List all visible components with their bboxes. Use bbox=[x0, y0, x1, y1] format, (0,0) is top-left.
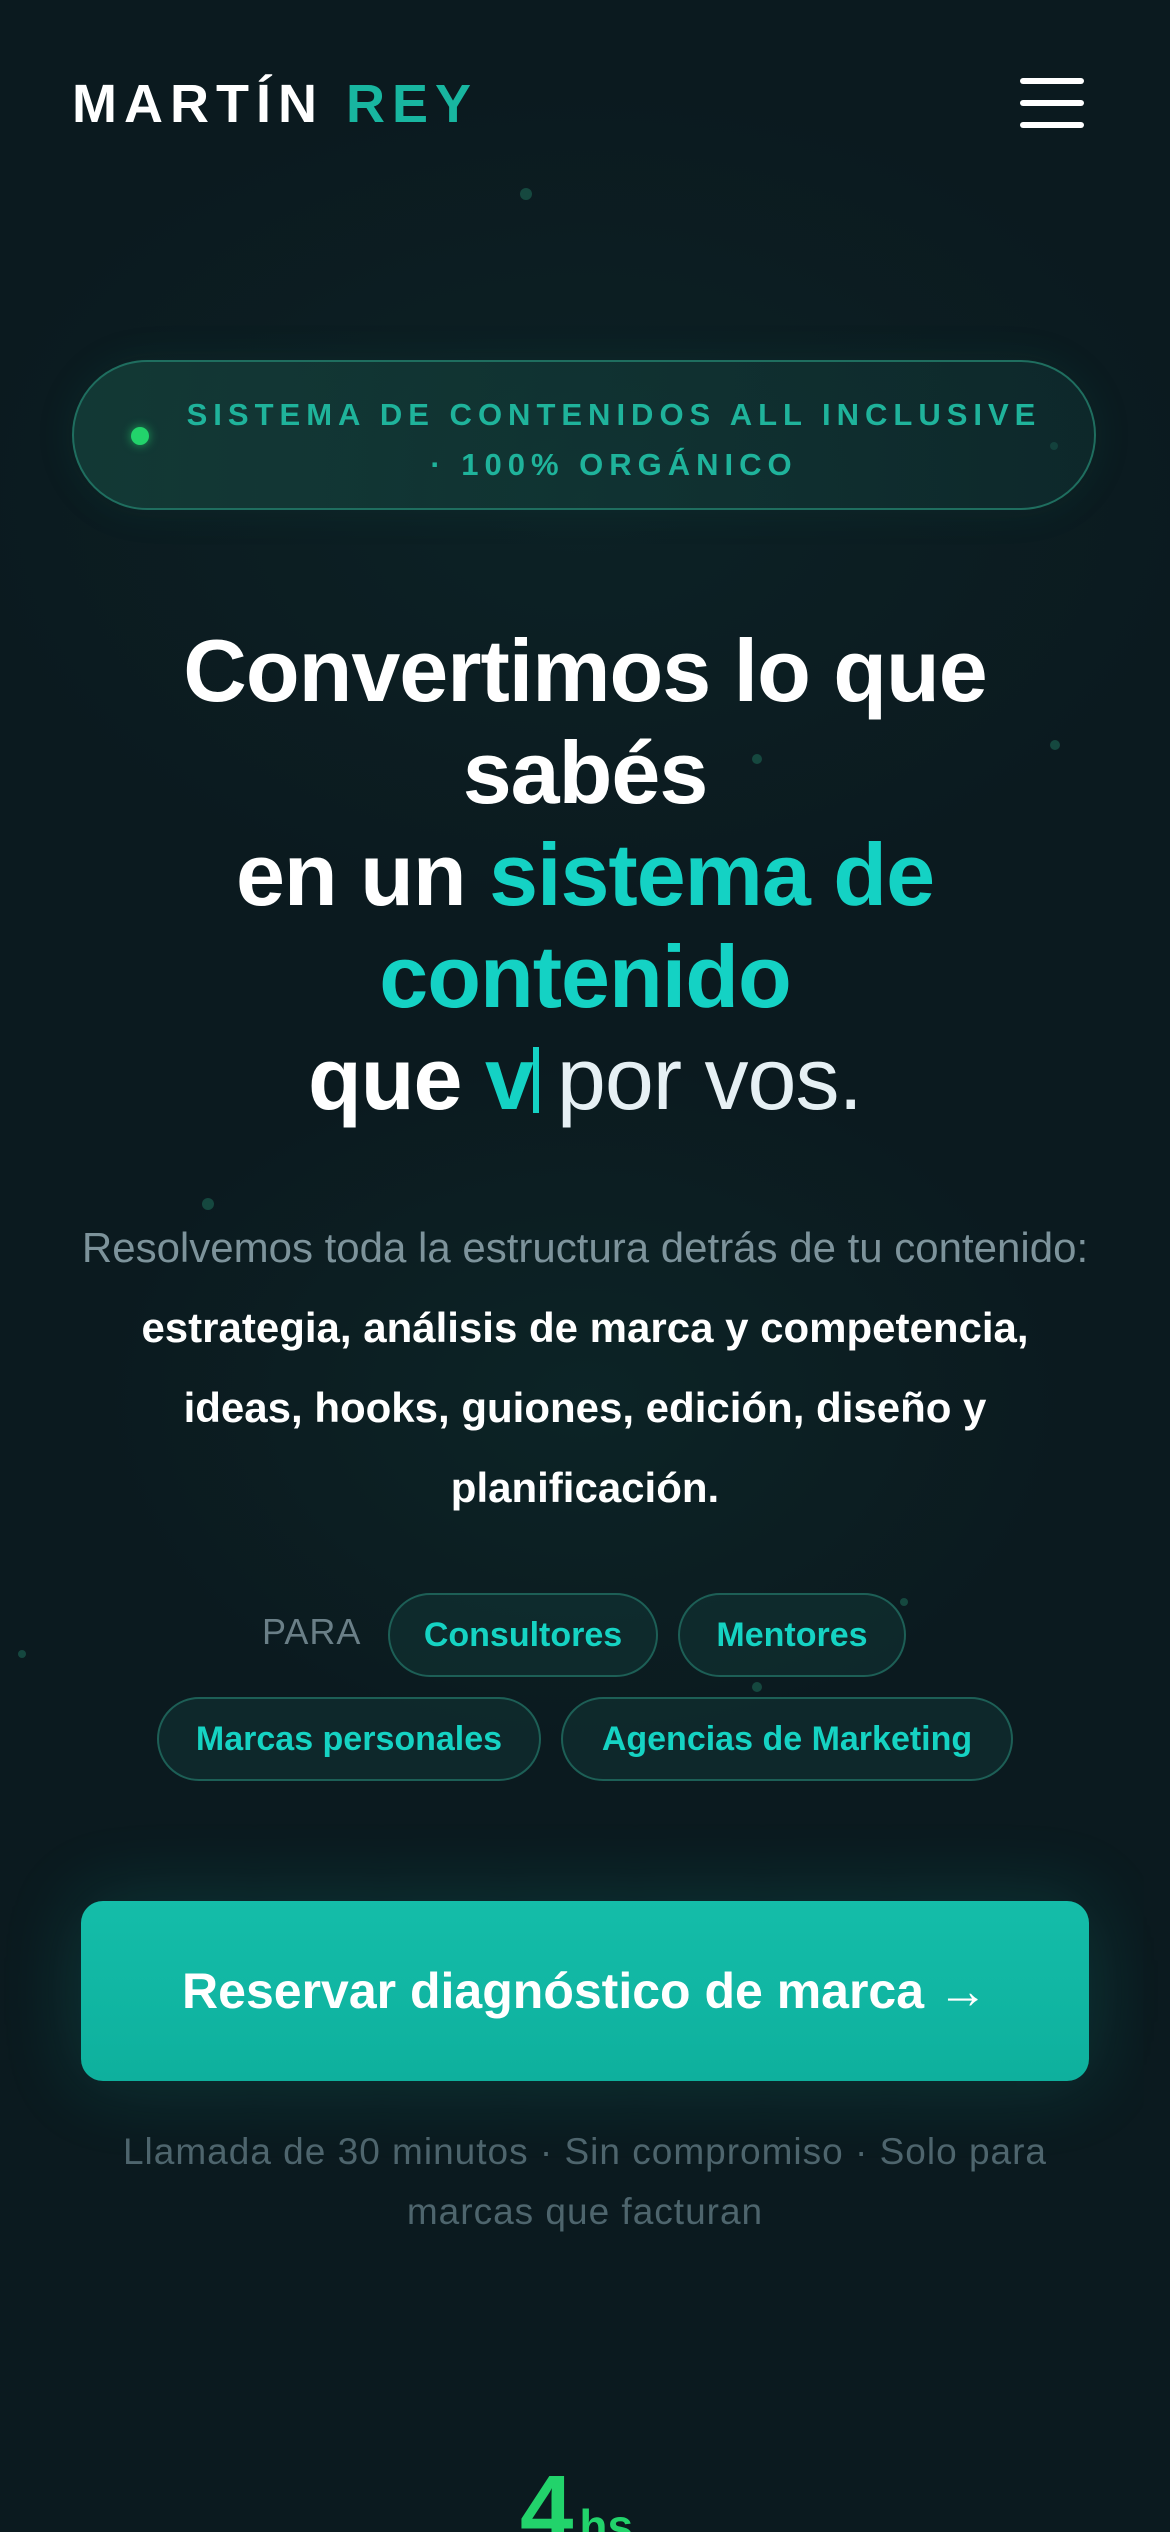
tag-marcas-personales[interactable]: Marcas personales bbox=[157, 1697, 541, 1781]
decorative-dot bbox=[520, 188, 532, 200]
decorative-dot bbox=[18, 1650, 26, 1658]
reserve-diagnosis-button[interactable]: Reservar diagnóstico de marca → bbox=[81, 1901, 1089, 2081]
tag-agencias-de-marketing[interactable]: Agencias de Marketing bbox=[561, 1697, 1013, 1781]
cta-note: Llamada de 30 minutos · Sin compromiso ·… bbox=[122, 2131, 1048, 2232]
description-intro: Resolvemos toda la estructura detrás de … bbox=[81, 1224, 1089, 1271]
headline-typed-word: v bbox=[484, 1029, 534, 1128]
stat-unit: hs bbox=[579, 2500, 634, 2532]
brand-last-name: REY bbox=[345, 74, 479, 134]
brand-logo[interactable]: MARTÍN REY bbox=[72, 72, 478, 136]
headline-line1: Convertimos lo que sabés bbox=[183, 621, 987, 822]
stat-value: 4 bbox=[520, 2456, 574, 2532]
audience-label: PARA bbox=[262, 1611, 362, 1652]
hero-badge: SISTEMA DE CONTENIDOS ALL INCLUSIVE · 10… bbox=[72, 360, 1096, 510]
brand-first-name: MARTÍN bbox=[72, 74, 324, 134]
typing-cursor bbox=[532, 1047, 539, 1113]
badge-text: SISTEMA DE CONTENIDOS ALL INCLUSIVE · 10… bbox=[186, 397, 1042, 482]
status-dot-icon bbox=[131, 427, 149, 445]
tag-consultores[interactable]: Consultores bbox=[388, 1593, 658, 1677]
decorative-dot bbox=[752, 1682, 762, 1692]
menu-bar bbox=[1020, 122, 1084, 128]
decorative-dot bbox=[900, 1598, 908, 1606]
hero-description: Resolvemos toda la estructura detrás de … bbox=[80, 1208, 1090, 1528]
headline-line2-prefix: en un bbox=[235, 825, 490, 924]
description-highlight: estrategia, análisis de marca y competen… bbox=[141, 1304, 1029, 1511]
stat-hours: 4 hs bbox=[520, 2460, 633, 2532]
hamburger-menu-icon[interactable] bbox=[1012, 76, 1086, 132]
headline-line3-prefix: que bbox=[308, 1029, 485, 1128]
headline-tail: por vos. bbox=[556, 1029, 863, 1128]
menu-bar bbox=[1020, 78, 1084, 84]
tag-mentores[interactable]: Mentores bbox=[678, 1593, 906, 1677]
hero-headline: Convertimos lo que sabés en un sistema d… bbox=[60, 620, 1110, 1130]
menu-bar bbox=[1020, 100, 1084, 106]
